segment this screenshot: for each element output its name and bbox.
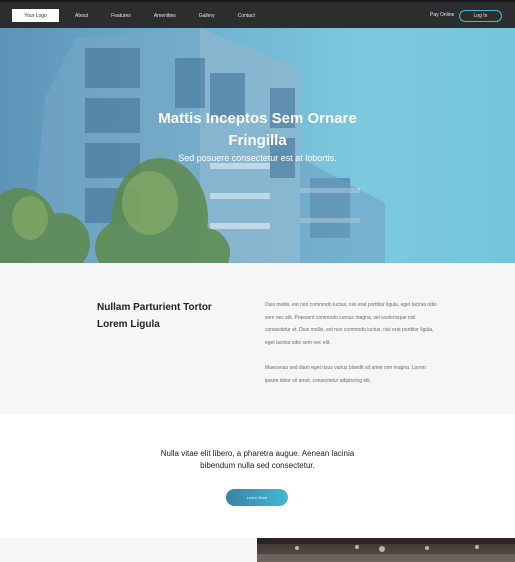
hero-section: Mattis Inceptos Sem Ornare Fringilla Sed… [0,28,515,263]
intro-paragraph-1: Duis mollis, est non commodo luctus, nis… [265,302,437,346]
nav-link-amenities[interactable]: Amenities [154,13,176,19]
top-navbar: Your Logo About Features Amenities Galle… [0,0,515,28]
intro-section: Nullam Parturient Tortor Lorem Ligula Du… [0,263,515,414]
nav-links: About Features Amenities Gallery Contact [75,2,278,30]
hero-subtitle: Sed posuere consectetur est at lobortis. [178,153,337,163]
login-button[interactable]: Log In [459,10,502,22]
cta-text: Nulla vitae elit libero, a pharetra augu… [160,449,355,470]
hero-title: Mattis Inceptos Sem Ornare Fringilla [0,108,515,152]
intro-heading-line2: Lorem Ligula [97,319,160,330]
interior-image [257,538,515,562]
logo[interactable]: Your Logo [12,9,59,22]
nav-link-features[interactable]: Features [111,13,131,19]
pay-online-link[interactable]: Pay Online [430,12,454,18]
cta-section: Nulla vitae elit libero, a pharetra augu… [0,414,515,538]
hero-title-line2: Fringilla [228,132,287,149]
bottom-left-panel [0,538,257,562]
nav-link-contact[interactable]: Contact [238,13,255,19]
hero-title-line1: Mattis Inceptos Sem Ornare [158,110,357,127]
learn-more-button[interactable]: Learn More [226,489,288,506]
intro-heading-line1: Nullam Parturient Tortor [97,302,212,313]
nav-link-about[interactable]: About [75,13,88,19]
interior-photo [257,538,515,562]
intro-heading: Nullam Parturient Tortor Lorem Ligula [97,299,237,333]
intro-body: Duis mollis, est non commodo luctus, nis… [265,299,437,387]
nav-link-gallery[interactable]: Gallery [199,13,215,19]
intro-paragraph-2: Maecenas sed diam eget risus varius blan… [265,365,426,384]
